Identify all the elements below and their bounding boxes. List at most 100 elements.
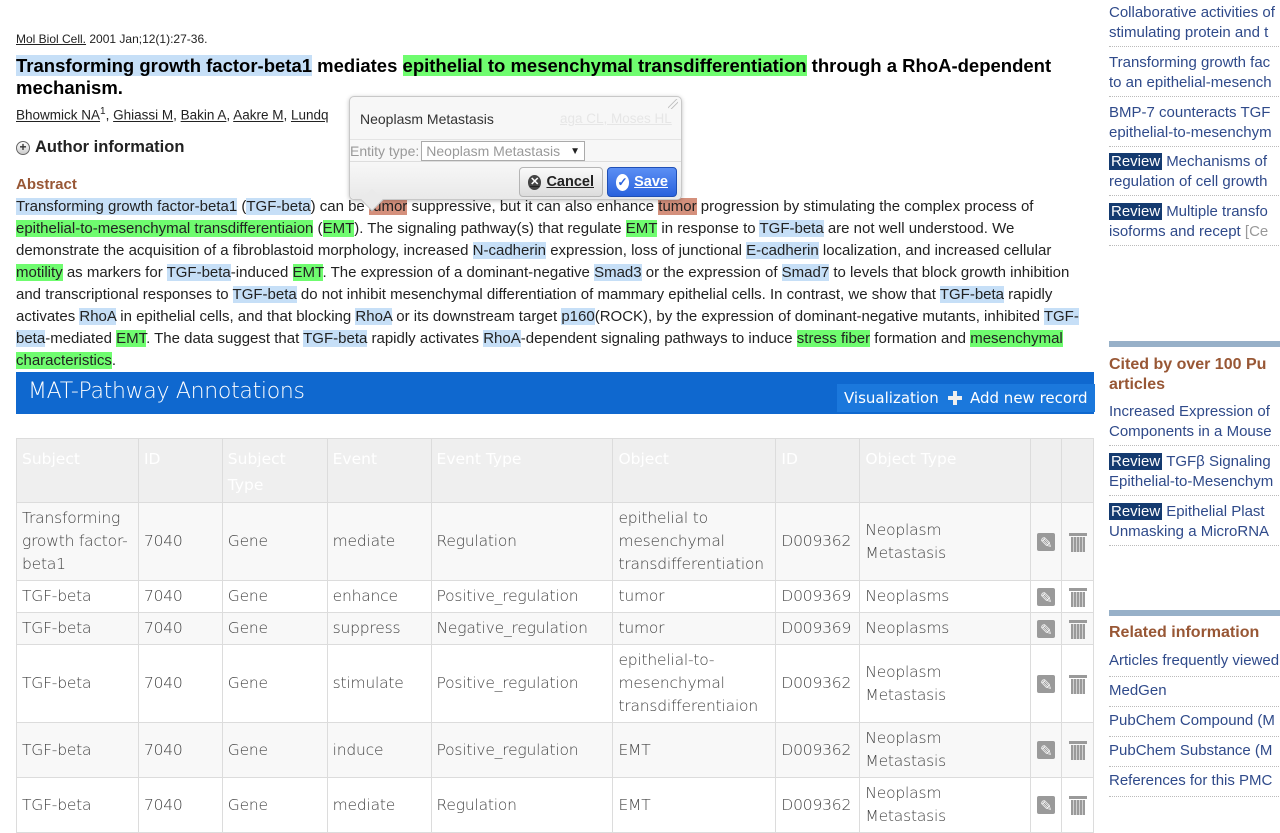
entity-highlight-gene[interactable]: Transforming growth factor-beta1 <box>16 198 238 215</box>
entity-highlight-gene[interactable]: p160 <box>561 308 595 325</box>
object-type-cell: Neoplasms <box>859 580 1032 613</box>
event-cell: induce <box>326 722 432 778</box>
edit-icon[interactable] <box>1037 795 1056 818</box>
resize-handle-icon[interactable] <box>668 99 678 109</box>
column-header[interactable]: Event <box>326 438 432 503</box>
sidebar-article-link[interactable]: BMP-7 counteracts TGF epithelial-to-mesen… <box>1109 103 1280 147</box>
review-badge: Review <box>1109 153 1163 170</box>
edit-cell <box>1030 612 1062 645</box>
author-link[interactable]: Bakin A <box>181 108 227 123</box>
related-info-link[interactable]: PubChem Compound (M <box>1109 711 1280 737</box>
related-info-link[interactable]: PubChem Substance (M <box>1109 741 1280 767</box>
edit-icon[interactable] <box>1037 740 1056 763</box>
related-info-link[interactable]: References for this PMC <box>1109 771 1280 797</box>
sidebar-article-link[interactable]: Review Multiple transfo isoforms and recep… <box>1109 202 1280 246</box>
related-info-link[interactable]: Articles frequently viewed <box>1109 651 1280 677</box>
text-run: ( <box>237 198 247 215</box>
entity-highlight-gene[interactable]: TGF-beta <box>939 286 1005 303</box>
event-cell: enhance <box>326 580 432 613</box>
cancel-button[interactable]: ✕ Cancel <box>519 167 603 197</box>
article-title-line1: Transforming growth fac <box>1109 54 1271 71</box>
column-header[interactable]: ID <box>775 438 861 503</box>
author-affiliation-sup: 1 <box>100 106 106 117</box>
trash-icon[interactable] <box>1068 674 1087 694</box>
entity-highlight-process[interactable]: EMT <box>625 220 658 237</box>
add-new-record-label: Add new record <box>970 389 1088 407</box>
text-run: . The expression of a dominant-negative <box>322 264 595 281</box>
author-link[interactable]: Bhowmick NA <box>16 108 100 123</box>
trash-icon[interactable] <box>1068 740 1087 760</box>
right-sidebar: Collaborative activities of stimulating p… <box>1109 0 1280 800</box>
trash-icon[interactable] <box>1068 795 1087 815</box>
check-icon: ✓ <box>616 173 630 191</box>
edit-icon[interactable] <box>1037 532 1056 555</box>
column-header[interactable]: Subject Type <box>221 438 328 503</box>
related-info-link[interactable]: MedGen <box>1109 681 1280 707</box>
entity-highlight-gene[interactable]: E-cadherin <box>746 242 819 259</box>
entity-highlight-process[interactable]: stress fiber <box>796 330 871 347</box>
entity-highlight-process[interactable]: EMT <box>322 220 355 237</box>
entity-highlight-gene[interactable]: TGF-beta <box>232 286 297 303</box>
article-title: Transforming growth factor-beta1 mediate… <box>16 55 1076 99</box>
entity-highlight-gene[interactable]: TGF-beta <box>759 220 824 237</box>
section-divider <box>1109 610 1280 616</box>
column-header[interactable]: ID <box>137 438 223 503</box>
column-header[interactable]: Object <box>612 438 777 503</box>
entity-highlight-gene[interactable]: Smad3 <box>594 264 642 281</box>
entity-highlight-gene[interactable]: RhoA <box>355 308 393 325</box>
sidebar-article-link[interactable]: Review TGFβ Signaling Epithelial-to-Mesenc… <box>1109 452 1280 496</box>
author-link[interactable]: Ghiassi M <box>113 108 173 123</box>
entity-highlight-process[interactable]: epithelial-to-mesenchymal transdifferent… <box>16 220 314 237</box>
author-link[interactable]: Aakre M <box>233 108 283 123</box>
sidebar-article-link[interactable]: Increased Expression of Components in a M… <box>1109 402 1280 446</box>
edit-icon[interactable] <box>1037 619 1056 642</box>
entity-highlight-gene[interactable]: Smad7 <box>781 264 830 281</box>
entity-highlight-process[interactable]: EMT <box>292 264 323 281</box>
entity-highlight-gene[interactable]: TGF-beta <box>303 330 368 347</box>
entity-highlight-process[interactable]: EMT <box>116 330 147 347</box>
entity-highlight-process[interactable]: motility <box>16 264 63 281</box>
entity-highlight-gene[interactable]: N-cadherin <box>472 242 547 259</box>
subject-cell: TGF-beta <box>16 612 139 645</box>
column-header[interactable]: Subject <box>16 438 139 503</box>
author-information-toggle[interactable]: + Author information <box>16 138 184 157</box>
add-new-record-button[interactable]: Add new record <box>941 384 1095 412</box>
entity-highlight-gene[interactable]: RhoA <box>79 308 117 325</box>
journal-link[interactable]: Mol Biol Cell. <box>16 32 86 46</box>
save-button[interactable]: ✓ Save <box>607 167 677 197</box>
entity-type-select[interactable]: Neoplasm Metastasis ▼ <box>421 141 585 161</box>
author-link[interactable]: Lundq <box>291 108 329 123</box>
column-header[interactable]: Event Type <box>430 438 614 503</box>
object-cell: epithelial-to-mesenchymal transdifferent… <box>612 644 777 723</box>
entity-highlight-gene[interactable]: RhoA <box>483 330 521 347</box>
edit-icon[interactable] <box>1037 587 1056 610</box>
popup-footer: ✕ Cancel ✓ Save <box>350 161 681 199</box>
subject-type-cell: Gene <box>221 502 328 581</box>
column-header[interactable]: Object Type <box>859 438 1032 503</box>
trash-icon[interactable] <box>1068 587 1087 607</box>
article-title-line2: regulation of cell growth <box>1109 173 1268 190</box>
event-type-cell: Negative_regulation <box>430 612 614 645</box>
entity-highlight-gene[interactable]: TGF-beta <box>246 198 311 215</box>
sidebar-article-link[interactable]: Review Epithelial Plast Unmasking a MicroR… <box>1109 502 1280 546</box>
entity-highlight-disease[interactable]: tumor <box>658 198 697 215</box>
entity-highlight-gene[interactable]: Transforming growth factor-beta1 <box>16 55 313 76</box>
sidebar-article-link[interactable]: Collaborative activities of stimulating p… <box>1109 3 1280 47</box>
text-run: in response to <box>657 220 760 237</box>
abstract-text: Transforming growth factor-beta1 (TGF-be… <box>16 196 1088 372</box>
edit-icon[interactable] <box>1037 674 1056 697</box>
trash-icon[interactable] <box>1068 532 1087 552</box>
sidebar-article-link[interactable]: Review Mechanisms of regulation of cell gr… <box>1109 152 1280 196</box>
entity-highlight-gene[interactable]: TGF-beta <box>166 264 231 281</box>
cited-by-heading[interactable]: Cited by over 100 Pu articles <box>1109 355 1266 395</box>
plus-icon <box>948 391 962 405</box>
object-cell: EMT <box>612 722 777 778</box>
entity-type-value: Neoplasm Metastasis <box>426 143 561 159</box>
citation-details: 2001 Jan;12(1):27-36. <box>89 32 208 46</box>
trash-icon[interactable] <box>1068 619 1087 639</box>
truncated-source: [Ce <box>1244 223 1269 240</box>
sidebar-article-link[interactable]: Transforming growth fac to an epithelial-… <box>1109 53 1280 97</box>
entity-highlight-process[interactable]: epithelial to mesenchymal transdifferent… <box>402 55 807 76</box>
visualization-button[interactable]: Visualization <box>837 384 946 412</box>
dropdown-arrow-icon: ▼ <box>570 145 580 157</box>
